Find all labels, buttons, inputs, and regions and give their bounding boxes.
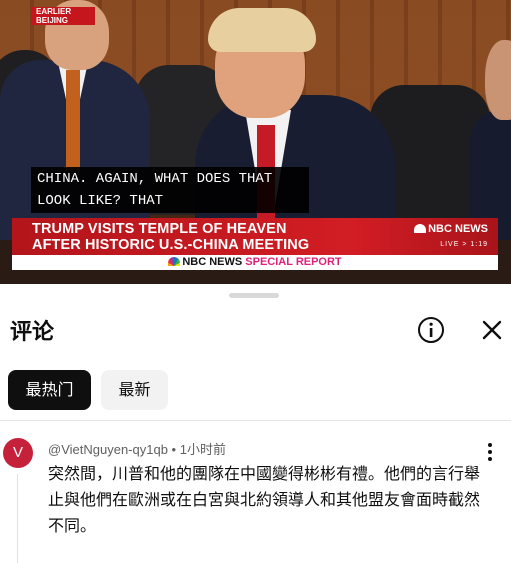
drag-handle[interactable]	[229, 293, 279, 298]
comment-time: 1小时前	[179, 442, 226, 457]
special-report-strip: NBC NEWS SPECIAL REPORT	[12, 255, 498, 270]
peacock-icon	[168, 257, 181, 266]
comment-text: 突然間，川普和他的團隊在中國變得彬彬有禮。他們的言行舉止與他們在歐洲或在白宮與北…	[48, 464, 481, 535]
chip-newest[interactable]: 最新	[101, 370, 168, 410]
avatar[interactable]: V	[3, 438, 33, 468]
meta-separator: •	[171, 442, 180, 457]
info-icon[interactable]	[416, 315, 446, 345]
earlier-badge: EARLIER BEIJING	[31, 7, 95, 25]
comment-author[interactable]: @VietNguyen-qy1qb	[48, 442, 168, 457]
headline: TRUMP VISITS TEMPLE OF HEAVEN AFTER HIST…	[32, 221, 310, 253]
thread-line	[17, 474, 18, 563]
video-player[interactable]: EARLIER BEIJING CHINA. AGAIN, WHAT DOES …	[0, 0, 511, 284]
news-lower-third: TRUMP VISITS TEMPLE OF HEAVEN AFTER HIST…	[12, 218, 498, 258]
divider	[0, 420, 511, 421]
more-options-icon[interactable]	[482, 442, 498, 462]
comments-sheet: 评论 最热门 最新 V @VietNguyen-qy1qb • 1小时前 突然間…	[0, 284, 511, 563]
live-indicator: LIVE > 1:19	[440, 241, 488, 248]
close-icon[interactable]	[478, 316, 506, 344]
peacock-icon	[414, 224, 427, 233]
sheet-title: 评论	[10, 320, 55, 345]
comment-meta: @VietNguyen-qy1qb • 1小时前	[48, 439, 226, 458]
caption-line: LOOK LIKE? THAT	[37, 193, 164, 209]
sort-chips: 最热门 最新	[8, 370, 168, 410]
nbc-news-logo: NBC NEWS	[414, 223, 488, 235]
closed-caption: CHINA. AGAIN, WHAT DOES THAT LOOK LIKE? …	[31, 167, 309, 213]
chip-top[interactable]: 最热门	[8, 370, 91, 410]
caption-line: CHINA. AGAIN, WHAT DOES THAT	[37, 171, 273, 187]
